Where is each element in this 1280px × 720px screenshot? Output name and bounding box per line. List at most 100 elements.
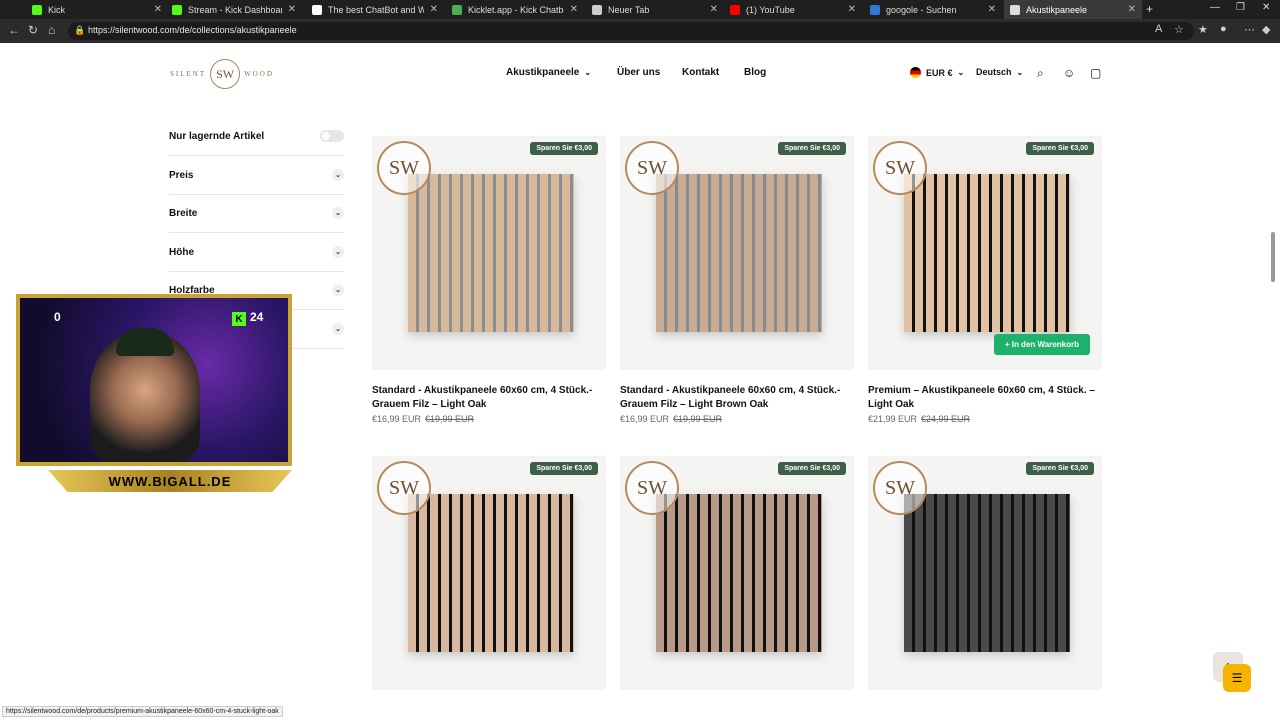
close-window-icon[interactable]: ✕ bbox=[1262, 2, 1270, 13]
logo-mark: SW bbox=[210, 59, 241, 89]
product-price: €16,99 EUR €19,99 EUR bbox=[372, 414, 475, 424]
discount-badge: Sparen Sie €3,00 bbox=[530, 142, 598, 155]
nav-kontakt[interactable]: Kontakt bbox=[682, 67, 719, 78]
panel-image bbox=[408, 174, 574, 332]
germany-flag-icon bbox=[910, 67, 921, 78]
cart-icon[interactable]: ▢ bbox=[1090, 66, 1101, 80]
webcam-video: 0 K 24 bbox=[20, 298, 288, 462]
close-tab-icon[interactable]: ✕ bbox=[710, 4, 718, 15]
nav-akustikpaneele[interactable]: Akustikpaneele ⌄ bbox=[506, 67, 591, 78]
tab-google[interactable]: googole - Suchen ✕ bbox=[864, 0, 1002, 19]
chevron-down-icon: ⌄ bbox=[332, 207, 344, 219]
discount-badge: Sparen Sie €3,00 bbox=[778, 462, 846, 475]
page-favicon-icon bbox=[1010, 4, 1020, 15]
filter-breite[interactable]: Breite ⌄ bbox=[169, 194, 344, 233]
chat-bubble-icon: ☰ bbox=[1231, 671, 1243, 685]
youtube-favicon-icon bbox=[730, 4, 740, 15]
copilot-icon[interactable]: ◆ bbox=[1262, 23, 1270, 36]
left-counter: 0 bbox=[54, 310, 61, 324]
filter-hoehe[interactable]: Höhe ⌄ bbox=[169, 233, 344, 272]
kick-favicon-icon bbox=[32, 4, 42, 15]
chevron-down-icon: ⌄ bbox=[1016, 67, 1024, 77]
product-card[interactable]: SW Sparen Sie €3,00 bbox=[372, 456, 606, 690]
silentwood-watermark-icon: SW bbox=[873, 141, 927, 195]
chevron-down-icon: ⌄ bbox=[332, 169, 344, 181]
back-icon[interactable]: ← bbox=[8, 23, 20, 37]
tab-akustikpaneele[interactable]: Akustikpaneele ✕ bbox=[1004, 0, 1142, 19]
tab-kicklet[interactable]: Kicklet.app - Kick Chatbot and Ov✕ bbox=[446, 0, 584, 19]
close-tab-icon[interactable]: ✕ bbox=[570, 4, 578, 15]
reload-icon[interactable]: ↻ bbox=[28, 23, 38, 37]
product-image[interactable]: SW Sparen Sie €3,00 bbox=[372, 456, 606, 690]
add-to-cart-button[interactable]: + In den Warenkorb bbox=[993, 334, 1090, 355]
tab-youtube[interactable]: (1) YouTube ✕ bbox=[724, 0, 862, 19]
minimize-icon[interactable]: — bbox=[1210, 2, 1220, 13]
new-tab-icon[interactable]: + bbox=[1146, 2, 1153, 16]
favorite-star-icon[interactable]: ☆ bbox=[1174, 23, 1184, 36]
search-icon[interactable]: ⌕ bbox=[1037, 66, 1044, 81]
language-selector[interactable]: Deutsch ⌄ bbox=[976, 67, 1023, 77]
chat-widget-button[interactable]: ☰ bbox=[1223, 664, 1251, 692]
product-image[interactable]: SW Sparen Sie €3,00 bbox=[620, 136, 854, 370]
panel-image bbox=[656, 494, 822, 652]
panel-image bbox=[904, 174, 1070, 332]
filter-preis[interactable]: Preis ⌄ bbox=[169, 156, 344, 195]
close-tab-icon[interactable]: ✕ bbox=[430, 4, 438, 15]
nav-ueber-uns[interactable]: Über uns bbox=[617, 67, 660, 78]
product-card[interactable]: SW Sparen Sie €3,00 bbox=[620, 456, 854, 690]
lock-icon: 🔒 bbox=[74, 25, 86, 35]
close-tab-icon[interactable]: ✕ bbox=[288, 4, 296, 15]
product-image[interactable]: SW Sparen Sie €3,00 bbox=[372, 136, 606, 370]
panel-image bbox=[656, 174, 822, 332]
product-title[interactable]: Standard - Akustikpaneele 60x60 cm, 4 St… bbox=[372, 384, 606, 412]
product-card[interactable]: SW Sparen Sie €3,00 + In den Warenkorb P… bbox=[868, 136, 1102, 424]
tab-kick-dashboard[interactable]: Stream - Kick Dashboard ✕ bbox=[166, 0, 302, 19]
read-aloud-icon[interactable]: A bbox=[1155, 23, 1162, 35]
chevron-down-icon: ⌄ bbox=[584, 68, 592, 77]
close-tab-icon[interactable]: ✕ bbox=[1128, 4, 1136, 15]
panel-image bbox=[408, 494, 574, 652]
restore-icon[interactable]: ❐ bbox=[1236, 2, 1245, 13]
favorites-icon[interactable]: ★ bbox=[1198, 23, 1208, 36]
in-stock-toggle[interactable] bbox=[320, 130, 344, 142]
account-icon[interactable]: ☺ bbox=[1063, 66, 1075, 80]
product-card[interactable]: SW Sparen Sie €3,00 Standard - Akustikpa… bbox=[620, 136, 854, 424]
silentwood-watermark-icon: SW bbox=[377, 461, 431, 515]
site-logo[interactable]: SILENT SW WOOD bbox=[170, 58, 274, 90]
product-card[interactable]: SW Sparen Sie €3,00 Standard - Akustikpa… bbox=[372, 136, 606, 424]
product-title[interactable]: Premium – Akustikpaneele 60x60 cm, 4 Stü… bbox=[868, 384, 1102, 412]
home-icon[interactable]: ⌂ bbox=[48, 23, 55, 37]
product-image[interactable]: SW Sparen Sie €3,00 bbox=[620, 456, 854, 690]
page-scrollbar[interactable] bbox=[1271, 232, 1275, 282]
address-bar: ← ↻ ⌂ 🔒 https://silentwood.com/de/collec… bbox=[0, 19, 1280, 43]
kick-logo-icon: K bbox=[232, 312, 246, 326]
profile-icon[interactable]: ● bbox=[1220, 23, 1227, 35]
chevron-down-icon: ⌄ bbox=[332, 284, 344, 296]
product-title[interactable]: Standard - Akustikpaneele 60x60 cm, 4 St… bbox=[620, 384, 854, 412]
tab-new[interactable]: Neuer Tab ✕ bbox=[586, 0, 724, 19]
currency-selector[interactable]: EUR € ⌄ bbox=[910, 67, 964, 78]
old-price: €24,99 EUR bbox=[921, 414, 971, 424]
page-favicon-icon bbox=[592, 4, 602, 15]
product-image[interactable]: SW Sparen Sie €3,00 + In den Warenkorb bbox=[868, 136, 1102, 370]
url-field[interactable]: 🔒 https://silentwood.com/de/collections/… bbox=[68, 22, 1194, 40]
nav-blog[interactable]: Blog bbox=[744, 67, 766, 78]
tab-chatbot[interactable]: The best ChatBot and Widgets fo✕ bbox=[306, 0, 444, 19]
close-tab-icon[interactable]: ✕ bbox=[988, 4, 996, 15]
chatbot-favicon-icon bbox=[312, 4, 322, 15]
discount-badge: Sparen Sie €3,00 bbox=[530, 462, 598, 475]
streamer-cap bbox=[116, 328, 174, 356]
silentwood-watermark-icon: SW bbox=[625, 141, 679, 195]
right-counter: 24 bbox=[250, 310, 264, 324]
url-text: https://silentwood.com/de/collections/ak… bbox=[88, 25, 297, 35]
menu-dots-icon[interactable]: ⋯ bbox=[1244, 23, 1255, 36]
silentwood-watermark-icon: SW bbox=[873, 461, 927, 515]
discount-badge: Sparen Sie €3,00 bbox=[1026, 142, 1094, 155]
tab-kick[interactable]: Kick ✕ bbox=[26, 0, 168, 19]
close-tab-icon[interactable]: ✕ bbox=[848, 4, 856, 15]
product-image[interactable]: SW Sparen Sie €3,00 bbox=[868, 456, 1102, 690]
discount-badge: Sparen Sie €3,00 bbox=[1026, 462, 1094, 475]
webcam-frame: 0 K 24 bbox=[16, 294, 292, 466]
product-card[interactable]: SW Sparen Sie €3,00 bbox=[868, 456, 1102, 690]
close-tab-icon[interactable]: ✕ bbox=[154, 4, 162, 15]
